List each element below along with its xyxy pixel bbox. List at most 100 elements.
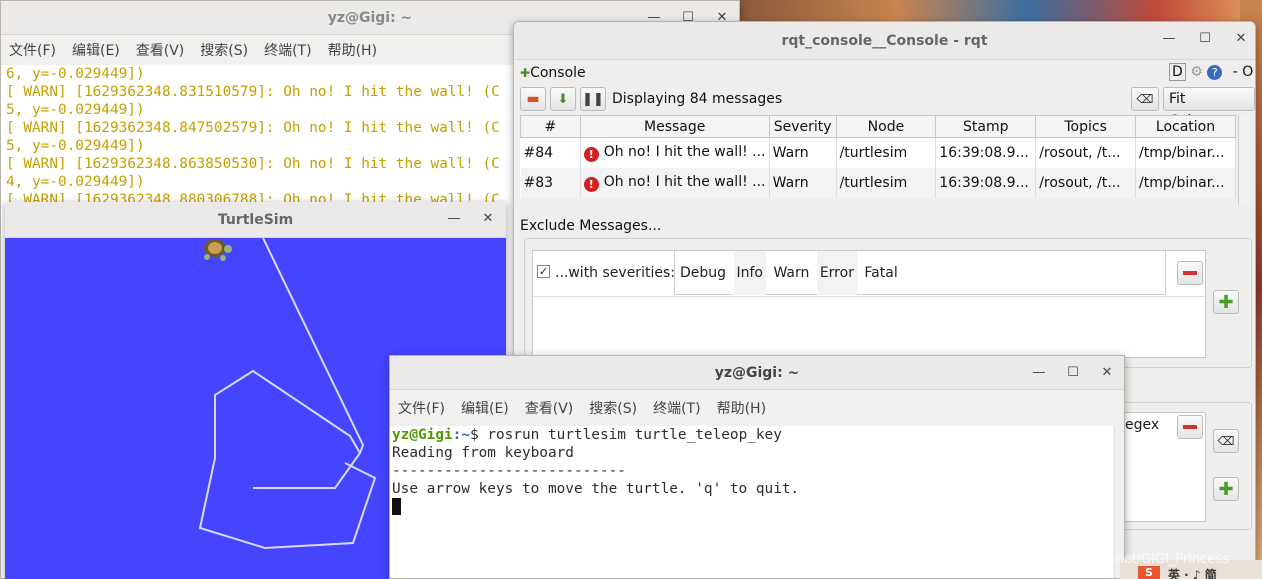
remove-highlight-button[interactable] [1177,415,1203,439]
cell-location: /tmp/binar... [1135,167,1236,198]
minus-icon [1183,425,1197,429]
cell-severity: Warn [769,137,837,168]
cell-node: /turtlesim [836,167,937,198]
eraser-icon: ⌫ [1217,434,1235,448]
messages-table: # Message Severity Node Stamp Topics Loc… [520,115,1236,198]
close-panel-controls[interactable]: - O [1233,64,1254,80]
cell-stamp: 16:39:08.9... [935,137,1037,168]
cell-number: #84 [520,137,581,168]
watermark: https://blog.csdn.net/GIGI_Princess [1002,552,1229,567]
severity-error[interactable]: Error [816,251,857,295]
highlight-filter-list: egex [1124,412,1206,522]
table-row[interactable]: #84 ! Oh no! I hit the wall! ... Warn /tu… [520,137,1236,168]
menu-view[interactable]: 查看(V) [136,40,185,60]
menu-terminal[interactable]: 终端(T) [264,40,311,60]
menu-help[interactable]: 帮助(H) [717,398,766,418]
turtle-icon [204,239,232,261]
regex-label: egex [1125,417,1160,433]
pause-button[interactable]: ❚❚ [580,87,606,111]
clear-button[interactable]: ⌫ [1131,87,1159,111]
help-icon[interactable]: ? [1207,65,1223,80]
error-icon: ! [583,176,599,192]
severity-list: Debug Info Warn Error Fatal [674,251,1166,295]
add-exclude-filter-button[interactable]: ✚ [1213,290,1239,314]
rqt-titlebar[interactable]: rqt_console__Console - rqt — ☐ ✕ [514,22,1255,60]
console-panel-header: ✚Console [520,65,586,81]
table-row[interactable]: #83 ! Oh no! I hit the wall! ... Warn /tu… [520,167,1236,198]
dock-button[interactable]: D [1169,63,1186,81]
prompt-user: yz@Gigi [392,427,453,443]
plus-icon: ✚ [1218,478,1234,500]
menu-help[interactable]: 帮助(H) [328,40,377,60]
front-terminal-window[interactable]: yz@Gigi: ~ — ☐ ✕ 文件(F) 编辑(E) 查看(V) 搜索(S)… [389,355,1125,579]
panel-controls: D ⚙ ? - O [1169,63,1254,81]
terminal-line: Use arrow keys to move the turtle. 'q' t… [392,481,800,497]
open-button[interactable]: ▬ [520,87,546,111]
minimize-icon[interactable]: — [441,202,467,236]
menu-file[interactable]: 文件(F) [9,40,56,60]
column-header-topics[interactable]: Topics [1035,115,1137,138]
minimize-icon[interactable]: — [1026,356,1052,390]
severity-debug[interactable]: Debug [677,251,729,295]
folder-icon: ▬ [526,91,540,107]
close-icon[interactable]: ✕ [1228,22,1254,56]
severity-filter-label: ...with severities: [555,265,675,281]
close-icon[interactable]: ✕ [1094,356,1120,390]
message-text: Oh no! I hit the wall! ... [603,143,766,160]
menu-terminal[interactable]: 终端(T) [653,398,700,418]
cell-message: ! Oh no! I hit the wall! ... [580,167,770,198]
column-header-stamp[interactable]: Stamp [935,115,1037,138]
ime-logo[interactable]: S [1138,566,1160,579]
menu-search[interactable]: 搜索(S) [200,40,248,60]
console-toolbar: ▬ ⬇ ❚❚ Displaying 84 messages [520,86,782,112]
maximize-icon[interactable]: ☐ [1060,356,1086,390]
table-scrollbar[interactable] [1238,115,1251,205]
plus-icon: ✚ [1218,291,1234,313]
pause-icon: ❚❚ [582,91,604,107]
front-terminal-titlebar[interactable]: yz@Gigi: ~ — ☐ ✕ [390,356,1124,390]
save-button[interactable]: ⬇ [550,87,576,111]
plugin-icon: ✚ [520,66,531,80]
add-highlight-filter-button[interactable]: ✚ [1213,477,1239,501]
message-text: Oh no! I hit the wall! ... [603,173,766,190]
close-icon[interactable]: ✕ [475,202,501,236]
cell-number: #83 [520,167,581,198]
menu-search[interactable]: 搜索(S) [589,398,637,418]
cell-topics: /rosout, /t... [1035,167,1137,198]
ime-status[interactable]: 英 · ♪ 简 [1168,566,1217,579]
severity-info[interactable]: Info [733,251,766,295]
turtlesim-titlebar[interactable]: TurtleSim — ✕ [5,202,506,238]
minimize-icon[interactable]: — [1156,22,1182,56]
cell-stamp: 16:39:08.9... [935,167,1037,198]
severity-fatal[interactable]: Fatal [861,251,900,295]
prompt-path: :~ [452,427,470,443]
menu-file[interactable]: 文件(F) [398,398,445,418]
column-header-message[interactable]: Message [579,115,770,138]
command-text: rosrun turtlesim turtle_teleop_key [487,427,782,443]
prompt-symbol: $ [469,427,488,443]
text-cursor [392,498,401,515]
menu-view[interactable]: 查看(V) [525,398,574,418]
column-header-location[interactable]: Location [1135,115,1236,138]
cell-topics: /rosout, /t... [1035,137,1137,168]
filter-enabled-checkbox[interactable]: ✓ [537,265,550,278]
highlight-settings-button[interactable]: ⌫ [1213,429,1239,453]
column-header-number[interactable]: # [520,115,581,138]
settings-icon[interactable]: ⚙ [1190,64,1203,80]
window-title: yz@Gigi: ~ [714,365,800,381]
terminal-line: Reading from keyboard [392,445,574,461]
maximize-icon[interactable]: ☐ [1192,22,1218,56]
menu-edit[interactable]: 编辑(E) [461,398,509,418]
cell-severity: Warn [769,167,837,198]
minus-icon [1183,271,1197,275]
fit-columns-button[interactable]: Fit Columns [1163,87,1255,129]
save-icon: ⬇ [557,91,569,107]
panel-label: Console [530,65,586,81]
severity-filter-row: ✓ ...with severities: Debug Info Warn Er… [533,251,1207,297]
column-header-severity[interactable]: Severity [768,115,837,138]
menu-edit[interactable]: 编辑(E) [72,40,120,60]
severity-warn[interactable]: Warn [770,251,812,295]
column-header-node[interactable]: Node [835,115,937,138]
remove-filter-button[interactable] [1177,261,1203,285]
window-title: yz@Gigi: ~ [327,10,413,26]
